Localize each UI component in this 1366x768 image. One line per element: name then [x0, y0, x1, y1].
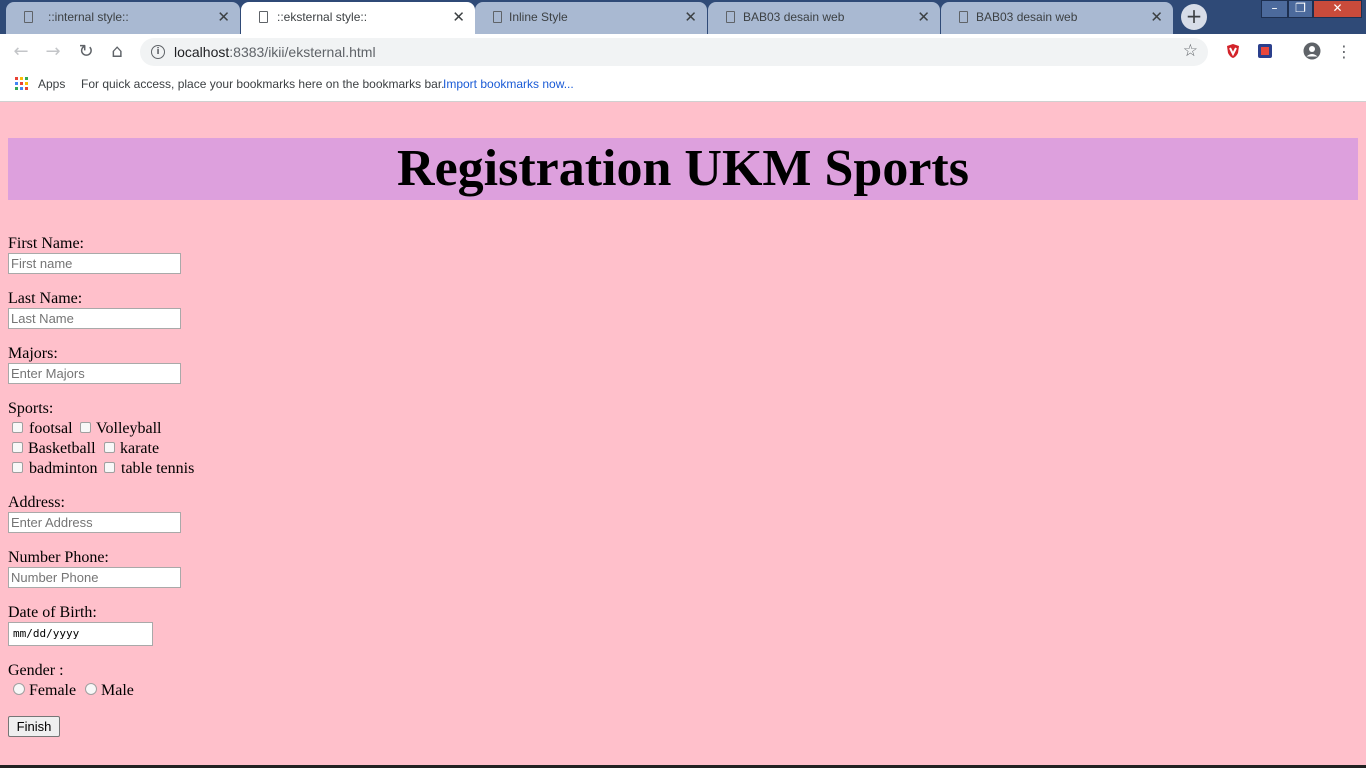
address-bar[interactable]: i localhost:8383/ikii/eksternal.html ☆ [140, 38, 1208, 66]
tab-title: ::internal style:: [48, 10, 129, 24]
tab-title: BAB03 desain web [743, 10, 845, 24]
tab-internal-style[interactable]: ::internal style:: ✕ [6, 2, 240, 34]
tab-eksternal-style[interactable]: ::eksternal style:: ✕ [241, 2, 475, 34]
page-title: Registration UKM Sports [397, 140, 969, 197]
bookmark-star-icon[interactable]: ☆ [1183, 41, 1198, 61]
last-name-input[interactable] [8, 308, 181, 329]
browser-tab-strip: ::internal style:: ✕ ::eksternal style::… [0, 0, 1366, 34]
dob-date-input[interactable]: mm/dd/yyyy [8, 622, 153, 646]
document-icon [24, 11, 33, 23]
sport-checkbox-basketball[interactable] [12, 442, 23, 453]
sport-option-label: footsal [29, 420, 73, 437]
apps-grid-icon[interactable] [15, 77, 28, 90]
sport-option-label: Basketball [28, 440, 96, 457]
gender-label: Gender : [8, 662, 64, 679]
sport-option-label: table tennis [121, 460, 195, 477]
first-name-input[interactable] [8, 253, 181, 274]
document-icon [959, 11, 968, 23]
sport-checkbox-badminton[interactable] [12, 462, 23, 473]
tab-inline-style[interactable]: Inline Style ✕ [475, 2, 707, 34]
dob-label: Date of Birth: [8, 604, 97, 621]
minimize-button[interactable]: – [1261, 0, 1288, 18]
url-host: localhost [174, 44, 230, 60]
back-arrow-icon[interactable]: ← [10, 41, 32, 63]
sports-label: Sports: [8, 400, 54, 417]
finish-button[interactable]: Finish [8, 716, 60, 737]
phone-label: Number Phone: [8, 549, 109, 566]
document-icon [493, 11, 502, 23]
menu-kebab-icon[interactable]: ⋮ [1333, 41, 1355, 63]
tab-title: ::eksternal style:: [277, 10, 368, 24]
tab-title: BAB03 desain web [976, 10, 1078, 24]
home-icon[interactable]: ⌂ [106, 41, 128, 63]
profile-avatar-icon[interactable] [1303, 42, 1321, 60]
browser-toolbar: ← → ↻ ⌂ i localhost:8383/ikii/eksternal.… [0, 34, 1366, 70]
bookmarks-bar: Apps For quick access, place your bookma… [0, 70, 1366, 102]
majors-input[interactable] [8, 363, 181, 384]
close-icon[interactable]: ✕ [1150, 8, 1163, 26]
majors-label: Majors: [8, 345, 58, 362]
sport-checkbox-karate[interactable] [104, 442, 115, 453]
tab-bab03-desain-web-1[interactable]: BAB03 desain web ✕ [708, 2, 940, 34]
tab-title: Inline Style [509, 10, 568, 24]
sport-option-label: karate [120, 440, 160, 457]
close-window-button[interactable]: ✕ [1313, 0, 1362, 18]
address-label: Address: [8, 494, 65, 511]
restore-button[interactable]: ❐ [1288, 0, 1313, 18]
reload-icon[interactable]: ↻ [75, 41, 97, 63]
phone-input[interactable] [8, 567, 181, 588]
last-name-label: Last Name: [8, 290, 83, 307]
gender-option-label: Female [29, 682, 77, 699]
info-icon[interactable]: i [151, 45, 165, 59]
gender-radio-female[interactable] [13, 683, 25, 695]
new-tab-button[interactable]: + [1181, 4, 1207, 30]
first-name-label: First Name: [8, 235, 84, 252]
close-icon[interactable]: ✕ [452, 8, 465, 26]
url-text: localhost:8383/ikii/eksternal.html [174, 44, 376, 60]
sport-option-label: badminton [29, 460, 98, 477]
gender-radio-male[interactable] [85, 683, 97, 695]
sport-option-label: Volleyball [96, 420, 162, 437]
page-content: Registration UKM Sports First Name: Last… [0, 102, 1366, 768]
address-input[interactable] [8, 512, 181, 533]
close-icon[interactable]: ✕ [684, 8, 697, 26]
close-icon[interactable]: ✕ [917, 8, 930, 26]
document-icon [726, 11, 735, 23]
tab-bab03-desain-web-2[interactable]: BAB03 desain web ✕ [941, 2, 1173, 34]
import-bookmarks-link[interactable]: Import bookmarks now... [443, 77, 574, 91]
page-banner: Registration UKM Sports [8, 138, 1358, 200]
shield-extension-icon[interactable] [1225, 43, 1241, 59]
sport-checkbox-volleyball[interactable] [80, 422, 91, 433]
url-path: :8383/ikii/eksternal.html [229, 44, 376, 60]
bookmarks-hint-text: For quick access, place your bookmarks h… [81, 77, 445, 91]
document-icon [259, 11, 268, 23]
sport-checkbox-footsal[interactable] [12, 422, 23, 433]
close-icon[interactable]: ✕ [217, 8, 230, 26]
extension-icon[interactable] [1257, 43, 1273, 59]
apps-shortcut[interactable]: Apps [38, 77, 65, 91]
forward-arrow-icon[interactable]: → [42, 41, 64, 63]
sport-checkbox-table-tennis[interactable] [104, 462, 115, 473]
gender-option-label: Male [101, 682, 134, 699]
